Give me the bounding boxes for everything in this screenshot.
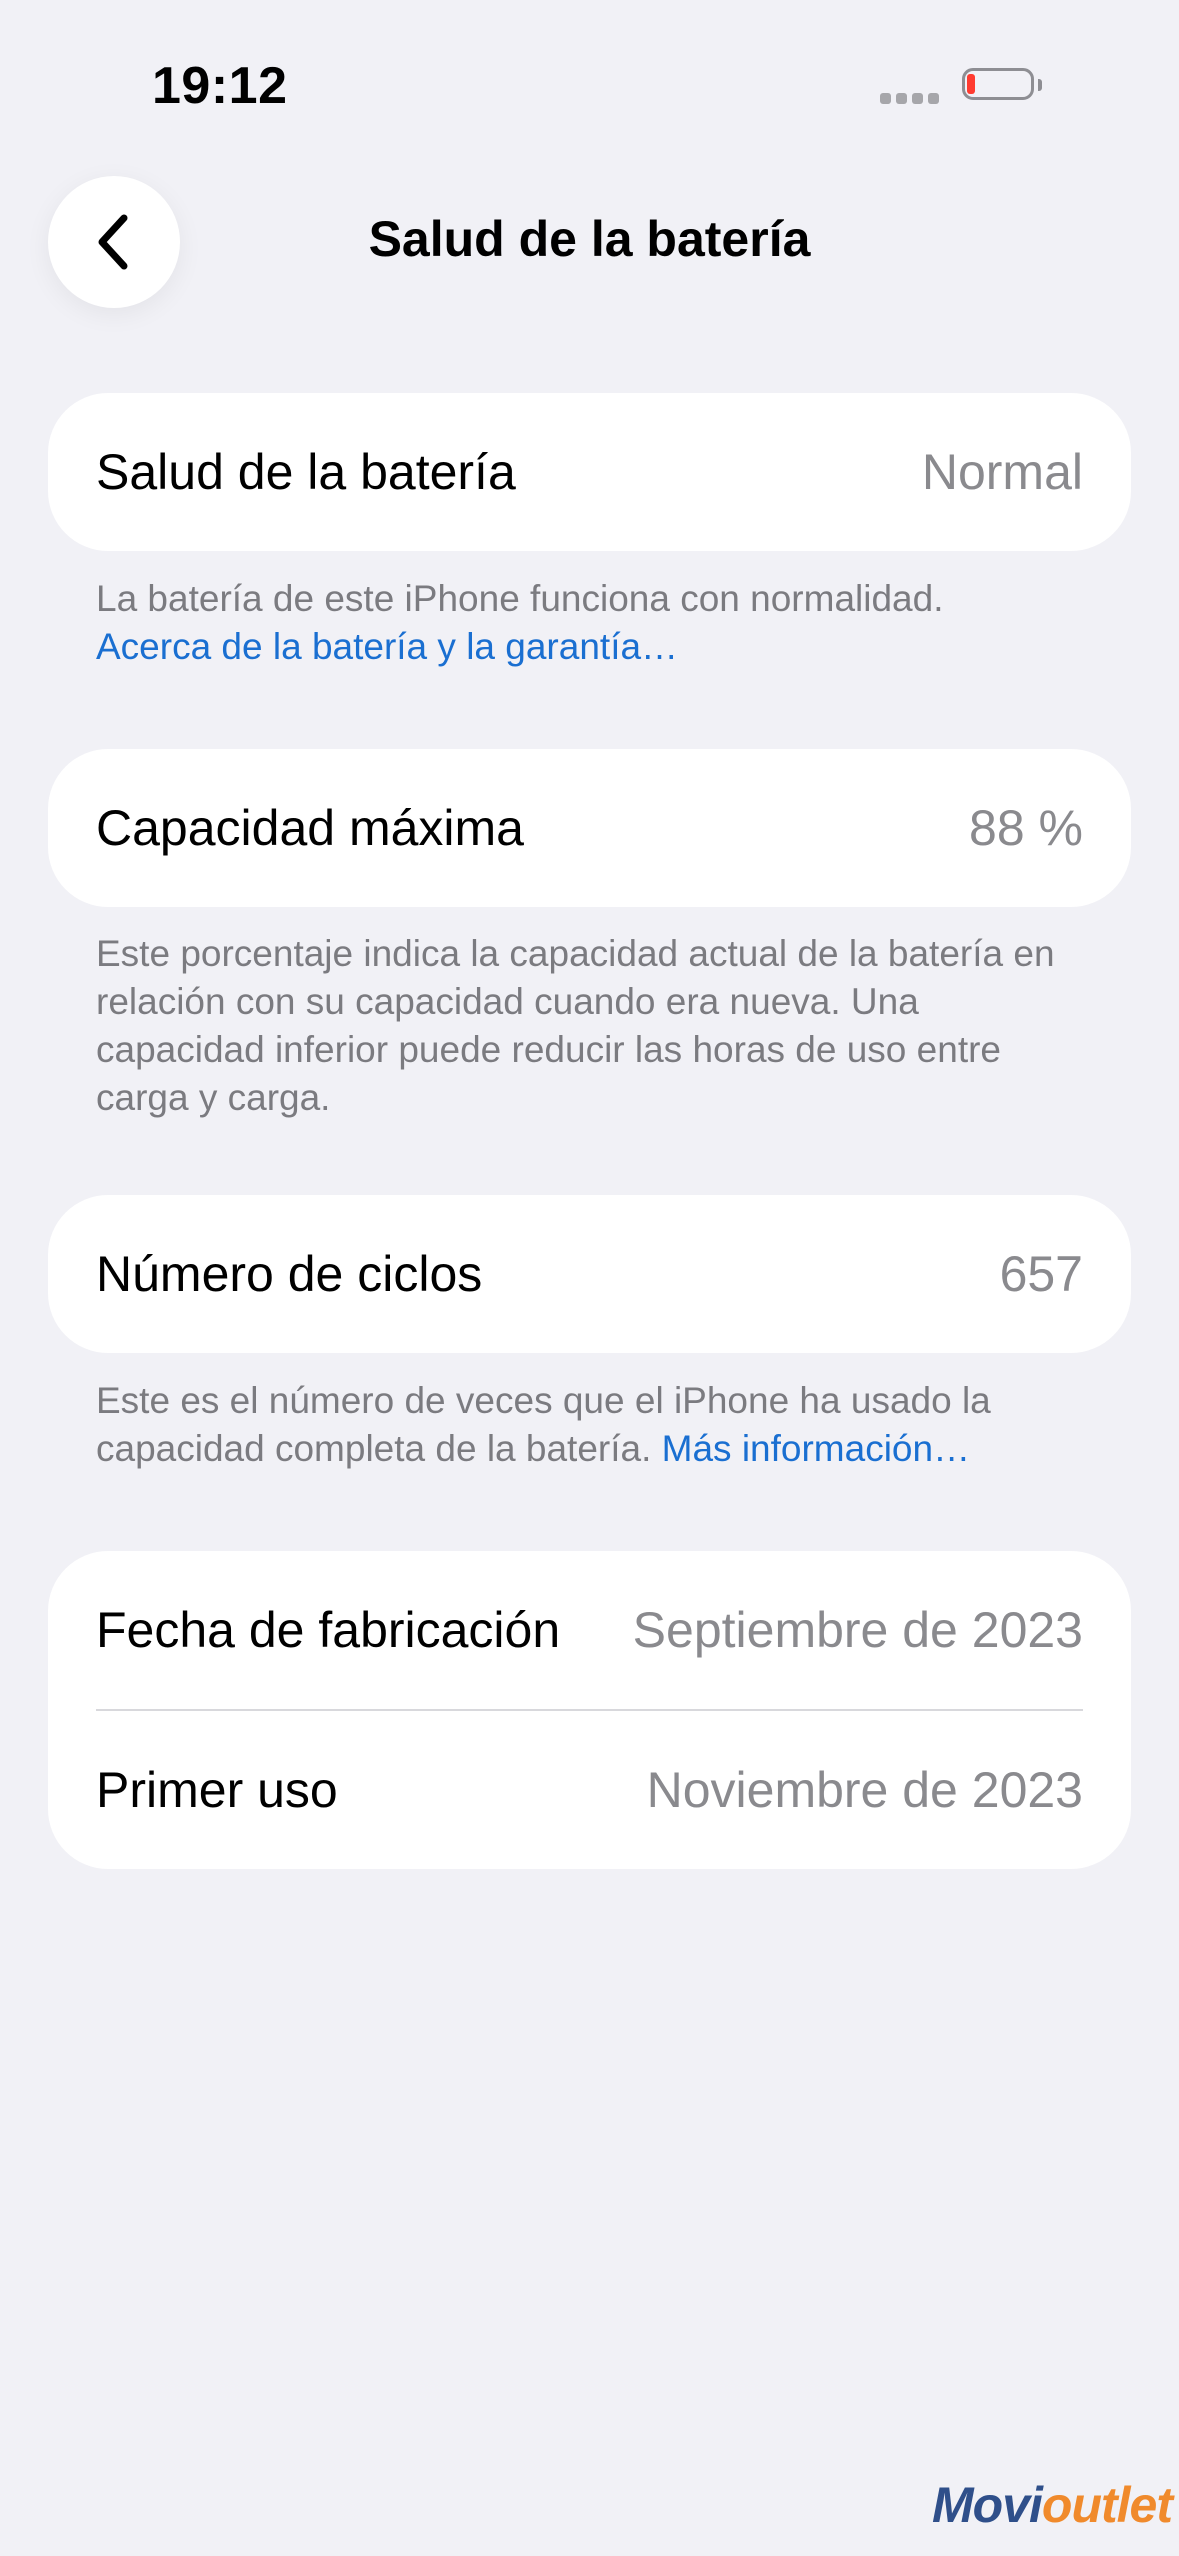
capacity-card: Capacidad máxima 88 % — [48, 749, 1131, 907]
more-info-link[interactable]: Más información… — [662, 1428, 970, 1469]
cycles-card: Número de ciclos 657 — [48, 1195, 1131, 1353]
manufacture-label: Fecha de fabricación — [96, 1602, 561, 1658]
health-row: Salud de la batería Normal — [96, 393, 1083, 551]
capacity-row: Capacidad máxima 88 % — [96, 749, 1083, 907]
dates-card: Fecha de fabricación Septiembre de 2023 … — [48, 1551, 1131, 1869]
health-value: Normal — [921, 444, 1083, 500]
capacity-footnote: Este porcentaje indica la capacidad actu… — [96, 933, 1055, 1118]
first-use-value: Noviembre de 2023 — [646, 1762, 1083, 1818]
watermark-part2: outlet — [1041, 2477, 1173, 2533]
manufacture-row: Fecha de fabricación Septiembre de 2023 — [96, 1551, 1083, 1709]
status-time: 19:12 — [152, 57, 288, 115]
first-use-label: Primer uso — [96, 1762, 338, 1818]
manufacture-value: Septiembre de 2023 — [632, 1602, 1083, 1658]
warranty-link[interactable]: Acerca de la batería y la garantía… — [96, 623, 1096, 671]
battery-low-icon — [962, 68, 1042, 104]
first-use-row: Primer uso Noviembre de 2023 — [96, 1711, 1083, 1869]
cycles-row: Número de ciclos 657 — [96, 1195, 1083, 1353]
watermark-logo: Movioutlet — [932, 2476, 1173, 2534]
cycles-footnote: Este es el número de veces que el iPhone… — [96, 1377, 1096, 1473]
health-card: Salud de la batería Normal — [48, 393, 1131, 551]
page-title: Salud de la batería — [368, 211, 811, 267]
health-label: Salud de la batería — [96, 444, 516, 500]
health-note: La batería de este iPhone funciona con n… — [96, 578, 944, 619]
signal-dots-icon — [880, 93, 939, 104]
capacity-label: Capacidad máxima — [96, 800, 524, 856]
capacity-value: 88 % — [969, 800, 1083, 856]
watermark-part1: Movi — [932, 2477, 1043, 2533]
health-footnote: La batería de este iPhone funciona con n… — [96, 575, 1096, 671]
cycles-label: Número de ciclos — [96, 1246, 483, 1302]
cycles-value: 657 — [999, 1246, 1083, 1302]
